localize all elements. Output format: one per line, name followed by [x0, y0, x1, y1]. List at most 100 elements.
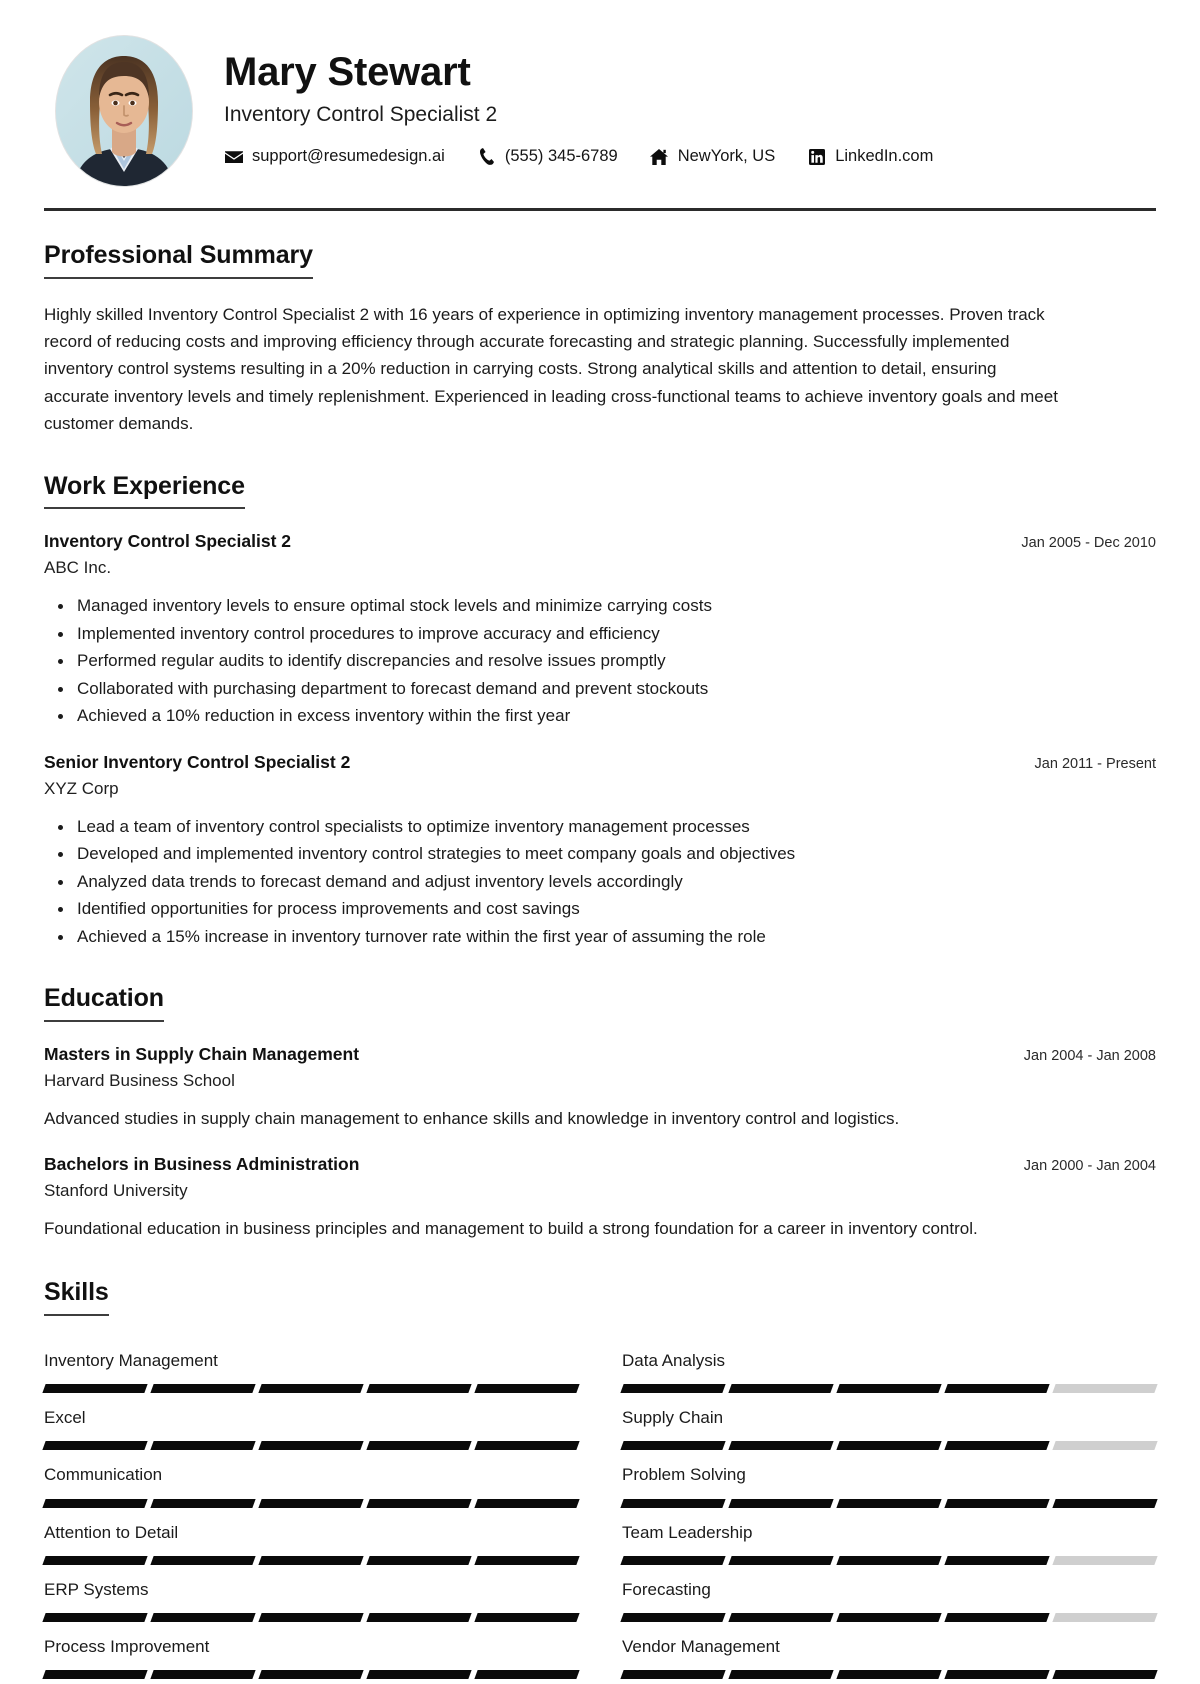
section-skills: Skills Inventory Management Data Analysis…: [42, 1278, 1158, 1679]
skill-label: Inventory Management: [44, 1351, 218, 1371]
skill-segment-filled: [42, 1555, 148, 1565]
work-organization: ABC Inc.: [44, 558, 112, 578]
list-item: Identified opportunities for process imp…: [58, 896, 1156, 923]
skill-segment-filled: [474, 1384, 580, 1394]
skill-segment-filled: [366, 1555, 472, 1565]
skill-segment-filled: [474, 1555, 580, 1565]
section-title-skills: Skills: [44, 1278, 109, 1317]
summary-text: Highly skilled Inventory Control Special…: [44, 304, 1058, 434]
skill-level-bar: [620, 1384, 1158, 1394]
list-item: Lead a team of inventory control special…: [58, 814, 1156, 841]
skill-level-bar: [620, 1441, 1158, 1451]
contact-location-label: NewYork, US: [677, 147, 776, 166]
work-entry: Inventory Control Specialist 2 Jan 2005 …: [44, 531, 1156, 729]
contact-phone[interactable]: (555) 345-6789: [477, 148, 618, 165]
skill-segment-filled: [474, 1498, 580, 1508]
skill-level-bar: [620, 1555, 1158, 1565]
skill-segment-filled: [728, 1384, 834, 1394]
skill-segment-filled: [150, 1498, 256, 1508]
skill-item: ERP Systems: [42, 1565, 580, 1622]
work-entry: Senior Inventory Control Specialist 2 Ja…: [44, 752, 1156, 950]
skill-segment-filled: [258, 1441, 364, 1451]
skill-segment-filled: [474, 1669, 580, 1679]
section-title-education: Education: [44, 984, 164, 1022]
skill-level-bar: [620, 1669, 1158, 1679]
skill-item: Team Leadership: [620, 1508, 1158, 1565]
skill-segment-filled: [150, 1384, 256, 1394]
skill-segment-filled: [42, 1669, 148, 1679]
skill-segment-filled: [620, 1384, 726, 1394]
education-entry: Bachelors in Business Administration Jan…: [44, 1154, 1156, 1242]
skill-segment-filled: [728, 1441, 834, 1451]
list-item: Collaborated with purchasing department …: [58, 676, 1156, 703]
skill-segment-filled: [42, 1498, 148, 1508]
skill-segment-filled: [42, 1612, 148, 1622]
skill-segment-filled: [42, 1384, 148, 1394]
envelope-icon: [224, 148, 243, 165]
skill-segment-filled: [150, 1441, 256, 1451]
skill-label: Excel: [44, 1408, 86, 1428]
skill-segment-filled: [620, 1612, 726, 1622]
skill-item: Forecasting: [620, 1565, 1158, 1622]
skills-grid: Inventory Management Data Analysis Excel Su…: [42, 1336, 1158, 1679]
education-degree: Bachelors in Business Administration: [44, 1154, 360, 1175]
resume-header: Mary Stewart Inventory Control Specialis…: [44, 0, 1156, 186]
page-title: Mary Stewart: [224, 50, 471, 94]
job-title: Inventory Control Specialist 2: [224, 102, 498, 126]
education-description: Foundational education in business princ…: [44, 1218, 978, 1238]
skill-label: Vendor Management: [622, 1636, 780, 1656]
list-item: Implemented inventory control procedures…: [58, 621, 1156, 648]
skill-item: Data Analysis: [620, 1336, 1158, 1394]
skill-segment-filled: [150, 1612, 256, 1622]
section-title-summary: Professional Summary: [44, 241, 313, 279]
header-divider: [44, 208, 1156, 211]
skill-segment-filled: [366, 1441, 472, 1451]
skill-segment-filled: [258, 1669, 364, 1679]
skill-segment-filled: [728, 1612, 834, 1622]
list-item: Analyzed data trends to forecast demand …: [58, 869, 1156, 896]
work-entry-head: Senior Inventory Control Specialist 2 Ja…: [44, 752, 1156, 774]
skill-segment-filled: [366, 1612, 472, 1622]
section-title-work: Work Experience: [44, 472, 245, 510]
skill-segment-filled: [1052, 1669, 1158, 1679]
skill-segment-filled: [728, 1669, 834, 1679]
education-degree: Masters in Supply Chain Management: [44, 1043, 360, 1064]
list-item: Developed and implemented inventory cont…: [58, 841, 1156, 868]
skill-segment-filled: [258, 1555, 364, 1565]
education-description: Advanced studies in supply chain managem…: [44, 1108, 900, 1128]
skill-item: Process Improvement: [42, 1622, 580, 1679]
skill-label: Communication: [44, 1465, 163, 1485]
skill-label: ERP Systems: [44, 1579, 149, 1599]
skill-label: Forecasting: [622, 1579, 711, 1599]
skill-segment-filled: [620, 1441, 726, 1451]
skill-segment-filled: [944, 1555, 1050, 1565]
education-entry: Masters in Supply Chain Management Jan 2…: [44, 1044, 1156, 1132]
work-role: Inventory Control Specialist 2: [44, 531, 291, 552]
skill-segment-filled: [944, 1612, 1050, 1622]
skill-segment-filled: [836, 1441, 942, 1451]
skill-segment-empty: [1052, 1441, 1158, 1451]
skill-label: Supply Chain: [622, 1408, 724, 1428]
skill-level-bar: [42, 1612, 580, 1622]
resume-page: Mary Stewart Inventory Control Specialis…: [0, 0, 1200, 1684]
skill-label: Team Leadership: [622, 1522, 753, 1542]
education-dates: Jan 2004 - Jan 2008: [1023, 1047, 1156, 1064]
skill-segment-filled: [944, 1384, 1050, 1394]
contact-email[interactable]: support@resumedesign.ai: [224, 148, 445, 165]
work-role: Senior Inventory Control Specialist 2: [44, 751, 351, 772]
skill-segment-empty: [1052, 1612, 1158, 1622]
skill-item: Attention to Detail: [42, 1508, 580, 1565]
list-item: Achieved a 15% increase in inventory tur…: [58, 924, 1156, 951]
contact-row: support@resumedesign.ai (555) 345-6789 N…: [224, 148, 1156, 165]
skill-segment-filled: [258, 1612, 364, 1622]
contact-linkedin[interactable]: LinkedIn.com: [807, 148, 933, 165]
skill-segment-filled: [258, 1498, 364, 1508]
skill-segment-filled: [258, 1384, 364, 1394]
skill-segment-filled: [150, 1555, 256, 1565]
skill-segment-filled: [728, 1498, 834, 1508]
contact-location[interactable]: NewYork, US: [650, 147, 776, 166]
skill-segment-filled: [836, 1384, 942, 1394]
education-school: Harvard Business School: [44, 1070, 235, 1090]
skill-label: Process Improvement: [44, 1636, 210, 1656]
skill-segment-filled: [944, 1498, 1050, 1508]
